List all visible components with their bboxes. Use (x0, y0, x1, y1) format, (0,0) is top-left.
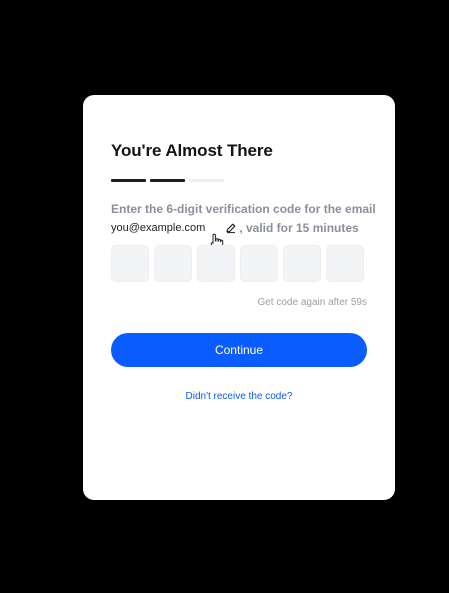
progress-step-1 (111, 179, 146, 182)
instruction-text: Enter the 6-digit verification code for … (111, 200, 376, 238)
code-digit-3[interactable] (197, 245, 235, 282)
validity-text: , valid for 15 minutes (239, 221, 359, 235)
code-digit-1[interactable] (111, 245, 149, 282)
progress-step-3 (189, 179, 224, 182)
continue-button[interactable]: Continue (111, 333, 367, 367)
code-digit-6[interactable] (326, 245, 364, 282)
pencil-icon[interactable] (225, 222, 237, 234)
resend-timer: Get code again after 59s (257, 297, 367, 308)
email-address: you@example.com (111, 222, 206, 234)
code-input-group (111, 245, 364, 282)
progress-step-2 (150, 179, 185, 182)
progress-steps (111, 179, 224, 182)
code-digit-4[interactable] (240, 245, 278, 282)
code-digit-2[interactable] (154, 245, 192, 282)
instruction-email-line: you@example.com , valid for 15 minutes (111, 219, 371, 238)
no-code-link[interactable]: Didn't receive the code? (83, 391, 395, 402)
verification-card: You're Almost There Enter the 6-digit ve… (83, 95, 395, 500)
page-title: You're Almost There (111, 141, 273, 160)
instruction-line: Enter the 6-digit verification code for … (111, 202, 376, 216)
code-digit-5[interactable] (283, 245, 321, 282)
